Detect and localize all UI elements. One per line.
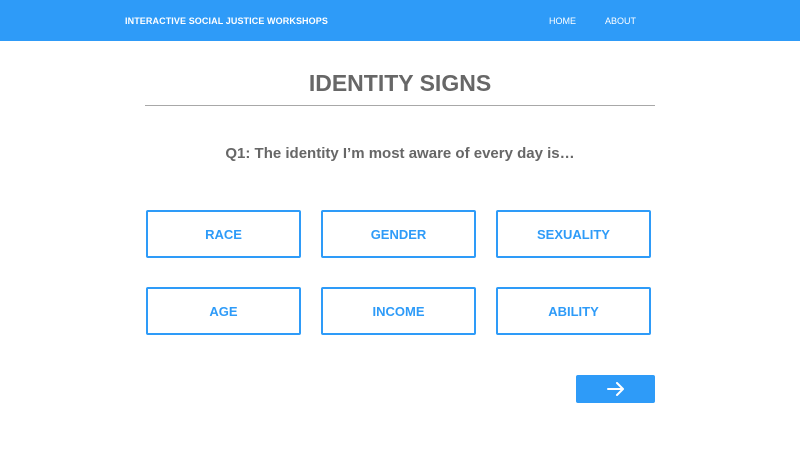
nav-about-link[interactable]: ABOUT <box>605 16 636 26</box>
title-divider <box>145 105 655 106</box>
top-nav-bar: INTERACTIVE SOCIAL JUSTICE WORKSHOPS HOM… <box>0 0 800 41</box>
page-title: IDENTITY SIGNS <box>308 70 492 96</box>
nav-home-link[interactable]: HOME <box>549 16 576 26</box>
option-gender-button[interactable]: GENDER <box>321 210 476 258</box>
option-ability-button[interactable]: ABILITY <box>496 287 651 335</box>
brand-link[interactable]: INTERACTIVE SOCIAL JUSTICE WORKSHOPS <box>125 16 328 26</box>
question-text: Q1: The identity I’m most aware of every… <box>225 145 575 162</box>
option-age-button[interactable]: AGE <box>146 287 301 335</box>
option-income-button[interactable]: INCOME <box>321 287 476 335</box>
option-race-button[interactable]: RACE <box>146 210 301 258</box>
next-button[interactable] <box>576 375 655 403</box>
option-sexuality-button[interactable]: SEXUALITY <box>496 210 651 258</box>
arrow-right-icon <box>606 382 624 396</box>
